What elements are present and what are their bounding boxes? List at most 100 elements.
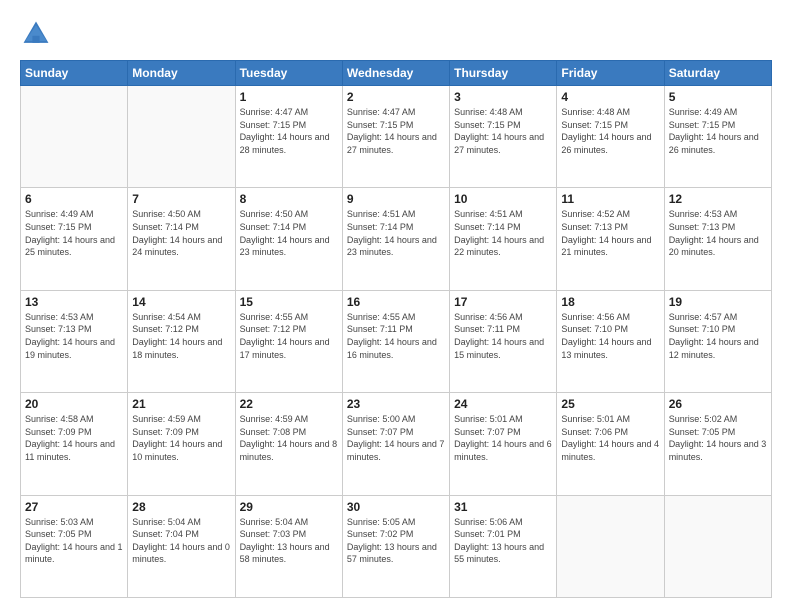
- col-thursday: Thursday: [450, 61, 557, 86]
- table-cell: [128, 86, 235, 188]
- day-number: 17: [454, 295, 552, 309]
- day-number: 26: [669, 397, 767, 411]
- table-cell: 26 Sunrise: 5:02 AM Sunset: 7:05 PM Dayli…: [664, 393, 771, 495]
- day-number: 6: [25, 192, 123, 206]
- table-cell: 30Sunrise: 5:05 AM Sunset: 7:02 PM Dayli…: [342, 495, 449, 597]
- day-info: Sunrise: 5:01 AM Sunset: 7:06 PM Dayligh…: [561, 413, 659, 463]
- logo: [20, 18, 56, 50]
- calendar-row: 1 Sunrise: 4:47 AM Sunset: 7:15 PM Daylig…: [21, 86, 772, 188]
- col-monday: Monday: [128, 61, 235, 86]
- table-cell: 4 Sunrise: 4:48 AM Sunset: 7:15 PM Daylig…: [557, 86, 664, 188]
- table-cell: 6 Sunrise: 4:49 AM Sunset: 7:15 PM Daylig…: [21, 188, 128, 290]
- table-cell: 25 Sunrise: 5:01 AM Sunset: 7:06 PM Dayli…: [557, 393, 664, 495]
- day-info: Sunrise: 5:03 AM Sunset: 7:05 PM Dayligh…: [25, 516, 123, 566]
- table-cell: 19 Sunrise: 4:57 AM Sunset: 7:10 PM Dayli…: [664, 290, 771, 392]
- day-info: Sunrise: 4:47 AM Sunset: 7:15 PM Dayligh…: [347, 106, 445, 156]
- table-cell: 17 Sunrise: 4:56 AM Sunset: 7:11 PM Dayli…: [450, 290, 557, 392]
- table-cell: 20 Sunrise: 4:58 AM Sunset: 7:09 PM Dayli…: [21, 393, 128, 495]
- day-info: Sunrise: 4:50 AM Sunset: 7:14 PM Dayligh…: [132, 208, 230, 258]
- day-number: 28: [132, 500, 230, 514]
- col-sunday: Sunday: [21, 61, 128, 86]
- day-number: 8: [240, 192, 338, 206]
- header: [20, 18, 772, 50]
- day-info: Sunrise: 4:48 AM Sunset: 7:15 PM Dayligh…: [561, 106, 659, 156]
- day-number: 13: [25, 295, 123, 309]
- day-info: Sunrise: 5:00 AM Sunset: 7:07 PM Dayligh…: [347, 413, 445, 463]
- col-wednesday: Wednesday: [342, 61, 449, 86]
- table-cell: 21Sunrise: 4:59 AM Sunset: 7:09 PM Dayli…: [128, 393, 235, 495]
- day-info: Sunrise: 5:06 AM Sunset: 7:01 PM Dayligh…: [454, 516, 552, 566]
- day-number: 22: [240, 397, 338, 411]
- day-info: Sunrise: 4:55 AM Sunset: 7:12 PM Dayligh…: [240, 311, 338, 361]
- day-number: 31: [454, 500, 552, 514]
- day-number: 7: [132, 192, 230, 206]
- day-info: Sunrise: 4:59 AM Sunset: 7:09 PM Dayligh…: [132, 413, 230, 463]
- col-saturday: Saturday: [664, 61, 771, 86]
- day-number: 10: [454, 192, 552, 206]
- table-cell: 28 Sunrise: 5:04 AM Sunset: 7:04 PM Dayli…: [128, 495, 235, 597]
- day-info: Sunrise: 4:57 AM Sunset: 7:10 PM Dayligh…: [669, 311, 767, 361]
- day-info: Sunrise: 4:54 AM Sunset: 7:12 PM Dayligh…: [132, 311, 230, 361]
- day-number: 2: [347, 90, 445, 104]
- table-cell: 9 Sunrise: 4:51 AM Sunset: 7:14 PM Daylig…: [342, 188, 449, 290]
- table-cell: 7 Sunrise: 4:50 AM Sunset: 7:14 PM Daylig…: [128, 188, 235, 290]
- day-number: 20: [25, 397, 123, 411]
- page: Sunday Monday Tuesday Wednesday Thursday…: [0, 0, 792, 612]
- table-cell: 8 Sunrise: 4:50 AM Sunset: 7:14 PM Daylig…: [235, 188, 342, 290]
- logo-icon: [20, 18, 52, 50]
- day-number: 19: [669, 295, 767, 309]
- table-cell: 14Sunrise: 4:54 AM Sunset: 7:12 PM Dayli…: [128, 290, 235, 392]
- table-cell: 23 Sunrise: 5:00 AM Sunset: 7:07 PM Dayli…: [342, 393, 449, 495]
- day-number: 15: [240, 295, 338, 309]
- day-number: 3: [454, 90, 552, 104]
- table-cell: 5Sunrise: 4:49 AM Sunset: 7:15 PM Daylig…: [664, 86, 771, 188]
- calendar-row: 27Sunrise: 5:03 AM Sunset: 7:05 PM Dayli…: [21, 495, 772, 597]
- day-info: Sunrise: 4:47 AM Sunset: 7:15 PM Dayligh…: [240, 106, 338, 156]
- day-number: 24: [454, 397, 552, 411]
- table-cell: 13 Sunrise: 4:53 AM Sunset: 7:13 PM Dayli…: [21, 290, 128, 392]
- day-number: 4: [561, 90, 659, 104]
- day-number: 23: [347, 397, 445, 411]
- day-info: Sunrise: 4:55 AM Sunset: 7:11 PM Dayligh…: [347, 311, 445, 361]
- day-info: Sunrise: 4:49 AM Sunset: 7:15 PM Dayligh…: [25, 208, 123, 258]
- day-number: 18: [561, 295, 659, 309]
- table-cell: 10 Sunrise: 4:51 AM Sunset: 7:14 PM Dayli…: [450, 188, 557, 290]
- day-info: Sunrise: 5:04 AM Sunset: 7:03 PM Dayligh…: [240, 516, 338, 566]
- table-cell: 29 Sunrise: 5:04 AM Sunset: 7:03 PM Dayli…: [235, 495, 342, 597]
- table-cell: [557, 495, 664, 597]
- day-number: 1: [240, 90, 338, 104]
- day-info: Sunrise: 4:53 AM Sunset: 7:13 PM Dayligh…: [25, 311, 123, 361]
- calendar-row: 20 Sunrise: 4:58 AM Sunset: 7:09 PM Dayli…: [21, 393, 772, 495]
- table-cell: 15 Sunrise: 4:55 AM Sunset: 7:12 PM Dayli…: [235, 290, 342, 392]
- day-info: Sunrise: 5:04 AM Sunset: 7:04 PM Dayligh…: [132, 516, 230, 566]
- day-number: 9: [347, 192, 445, 206]
- day-number: 30: [347, 500, 445, 514]
- day-info: Sunrise: 4:52 AM Sunset: 7:13 PM Dayligh…: [561, 208, 659, 258]
- day-info: Sunrise: 5:02 AM Sunset: 7:05 PM Dayligh…: [669, 413, 767, 463]
- day-info: Sunrise: 4:56 AM Sunset: 7:10 PM Dayligh…: [561, 311, 659, 361]
- day-number: 12: [669, 192, 767, 206]
- day-number: 11: [561, 192, 659, 206]
- day-number: 5: [669, 90, 767, 104]
- day-info: Sunrise: 4:50 AM Sunset: 7:14 PM Dayligh…: [240, 208, 338, 258]
- col-friday: Friday: [557, 61, 664, 86]
- day-info: Sunrise: 4:58 AM Sunset: 7:09 PM Dayligh…: [25, 413, 123, 463]
- day-info: Sunrise: 4:59 AM Sunset: 7:08 PM Dayligh…: [240, 413, 338, 463]
- day-info: Sunrise: 4:51 AM Sunset: 7:14 PM Dayligh…: [454, 208, 552, 258]
- col-tuesday: Tuesday: [235, 61, 342, 86]
- table-cell: 1 Sunrise: 4:47 AM Sunset: 7:15 PM Daylig…: [235, 86, 342, 188]
- table-cell: 3Sunrise: 4:48 AM Sunset: 7:15 PM Daylig…: [450, 86, 557, 188]
- table-cell: [21, 86, 128, 188]
- day-info: Sunrise: 4:53 AM Sunset: 7:13 PM Dayligh…: [669, 208, 767, 258]
- table-cell: 22 Sunrise: 4:59 AM Sunset: 7:08 PM Dayli…: [235, 393, 342, 495]
- day-number: 16: [347, 295, 445, 309]
- day-info: Sunrise: 4:51 AM Sunset: 7:14 PM Dayligh…: [347, 208, 445, 258]
- day-number: 25: [561, 397, 659, 411]
- table-cell: 27Sunrise: 5:03 AM Sunset: 7:05 PM Dayli…: [21, 495, 128, 597]
- table-cell: 2 Sunrise: 4:47 AM Sunset: 7:15 PM Daylig…: [342, 86, 449, 188]
- table-cell: [664, 495, 771, 597]
- day-number: 29: [240, 500, 338, 514]
- calendar-row: 13 Sunrise: 4:53 AM Sunset: 7:13 PM Dayli…: [21, 290, 772, 392]
- table-cell: 24Sunrise: 5:01 AM Sunset: 7:07 PM Dayli…: [450, 393, 557, 495]
- day-info: Sunrise: 4:56 AM Sunset: 7:11 PM Dayligh…: [454, 311, 552, 361]
